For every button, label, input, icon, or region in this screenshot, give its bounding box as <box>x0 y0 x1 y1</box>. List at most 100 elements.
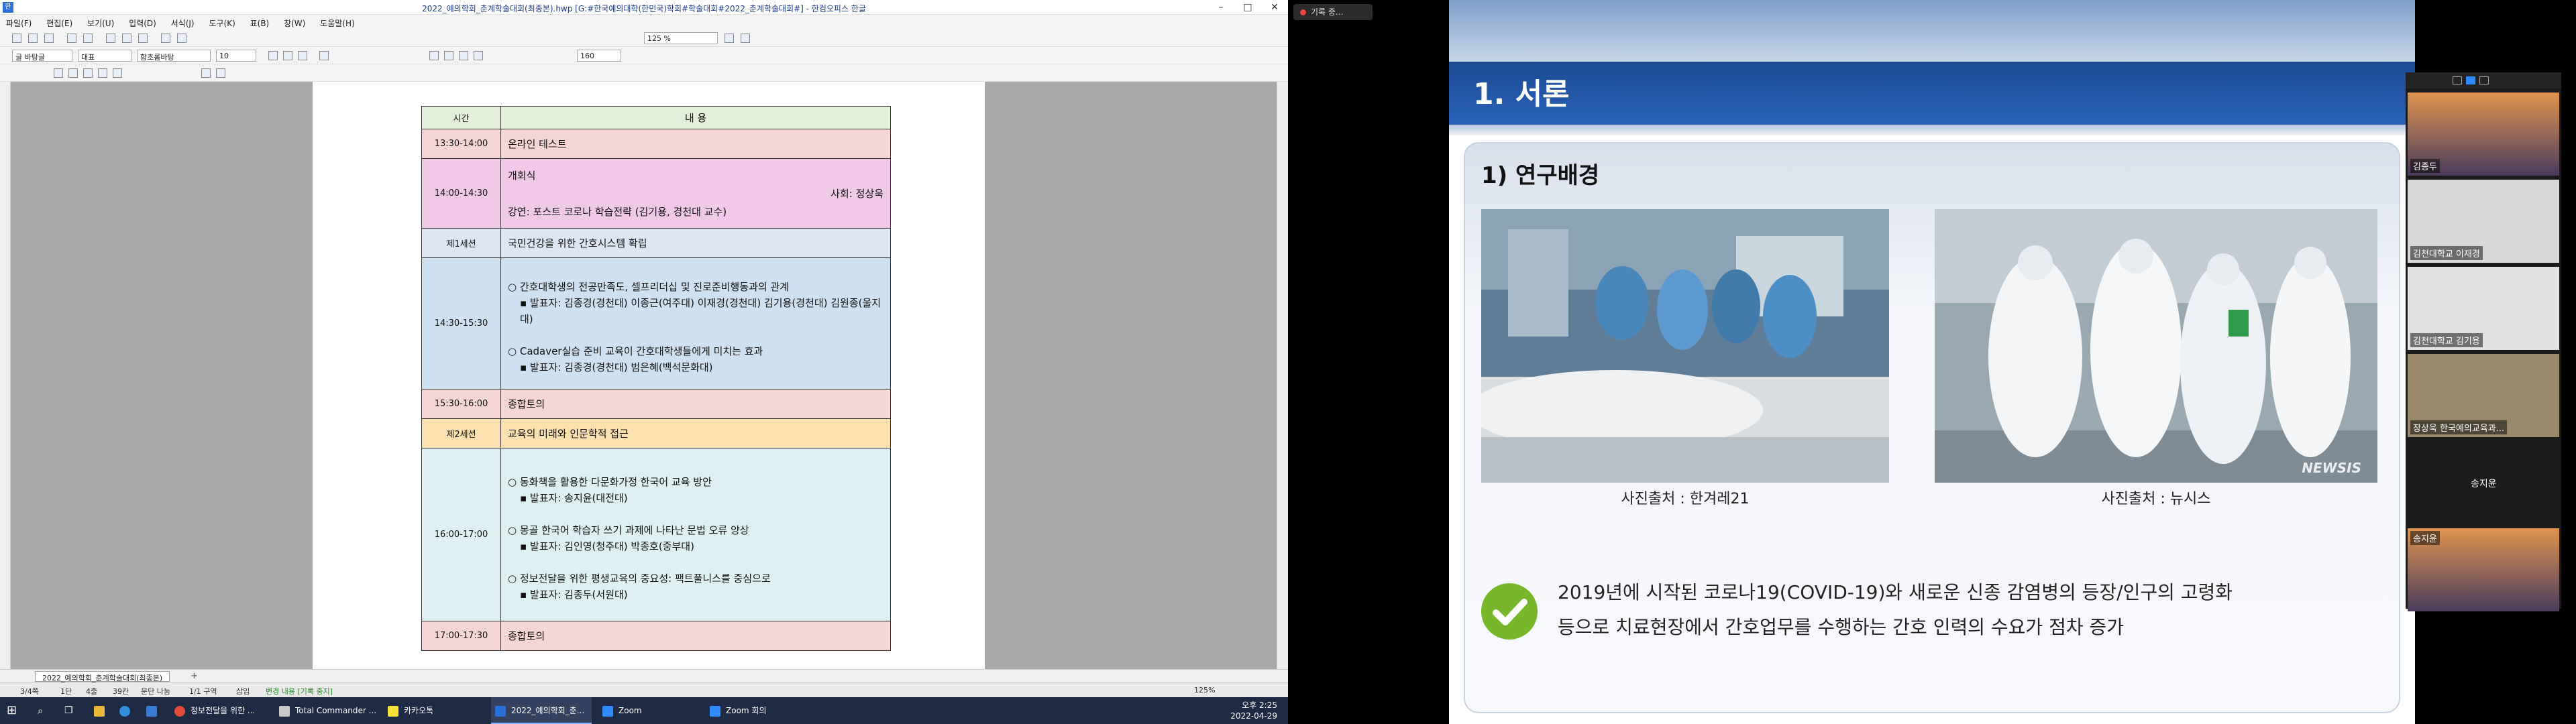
maximize-icon[interactable]: □ <box>1234 0 1261 15</box>
fill-color-icon[interactable] <box>201 68 211 78</box>
row-time: 14:30-15:30 <box>421 257 501 389</box>
rectangle-tool-icon[interactable] <box>68 68 78 78</box>
arc-tool-icon[interactable] <box>98 68 107 78</box>
row-time: 14:00-14:30 <box>421 158 501 229</box>
checkmark-icon <box>1481 583 1538 640</box>
presenter-line: ▪ 발표자: 김인영(청주대) 박종호(중부대) <box>520 540 694 552</box>
line-tool-icon[interactable] <box>54 68 63 78</box>
table-header-row: 시간 내 용 <box>421 106 891 129</box>
taskbar-kakaotalk[interactable]: 카카오톡 <box>385 697 479 724</box>
save-icon[interactable] <box>44 34 54 43</box>
task-view-icon[interactable]: ❐ <box>64 697 73 724</box>
photo-caption-right: 사진출처 : 뉴시스 <box>2101 491 2211 507</box>
row-time: 제2세션 <box>421 418 501 448</box>
zoom-page-icon[interactable] <box>741 34 750 43</box>
participant-tile[interactable]: 김종두 <box>2408 93 2559 176</box>
slide-title-band <box>1449 62 2415 125</box>
zoom-fit-icon[interactable] <box>724 34 734 43</box>
open-file-icon[interactable] <box>28 34 38 43</box>
status-insert-mode[interactable]: 삽입 <box>236 686 250 697</box>
document-page: 시간 내 용 13:30-14:00 온라인 테스트 14:00-14:30 개… <box>313 82 985 669</box>
table-row: 제2세션 교육의 미래와 인문학적 접근 <box>421 418 891 448</box>
participant-name: 김천대학교 김기용 <box>2410 333 2483 347</box>
view-toggle-icon[interactable] <box>2453 76 2462 84</box>
minimize-icon[interactable]: – <box>1208 0 1234 15</box>
add-tab-icon[interactable]: + <box>191 671 198 681</box>
align-justify-icon[interactable] <box>429 51 439 60</box>
line-spacing-select[interactable]: 160 <box>577 50 621 62</box>
polygon-tool-icon[interactable] <box>113 68 122 78</box>
preview-icon[interactable] <box>83 34 93 43</box>
taskbar-clock[interactable]: 오후 2:25 2022-04-29 <box>1230 700 1277 721</box>
status-zoom[interactable]: 125% <box>1194 686 1215 695</box>
font-category-select[interactable]: 대표 <box>78 50 131 62</box>
participant-tile[interactable]: 김천대학교 김기용 <box>2408 267 2559 350</box>
participant-tile[interactable]: 김천대학교 이재경 <box>2408 180 2559 263</box>
store-icon[interactable] <box>146 697 162 724</box>
participant-name: 김천대학교 이재경 <box>2410 246 2483 260</box>
taskbar-total-commander[interactable]: Total Commander ... <box>276 697 377 724</box>
bold-icon[interactable] <box>268 51 278 60</box>
taskbar-label: 정보전달을 위한 ... <box>191 706 256 715</box>
undo-icon[interactable] <box>161 34 170 43</box>
speaker-view-icon[interactable] <box>2466 76 2475 84</box>
status-track-changes[interactable]: 변경 내용 [기록 중지] <box>266 686 333 697</box>
taskbar-label: Zoom 회의 <box>726 706 767 715</box>
presenter-line: ▪ 발표자: 송지윤(대전대) <box>520 491 628 504</box>
print-icon[interactable] <box>67 34 76 43</box>
taskbar-label: Zoom <box>619 706 642 715</box>
cut-icon[interactable] <box>106 34 115 43</box>
row-content: 종합토의 <box>500 621 891 651</box>
header-content: 내 용 <box>500 106 891 129</box>
close-icon[interactable]: ✕ <box>1261 0 1288 15</box>
taskbar-zoom-meeting[interactable]: Zoom 회의 <box>707 697 808 724</box>
taskbar-chrome[interactable]: 정보전달을 위한 ... <box>172 697 262 724</box>
participant-tile[interactable]: 송지윤 <box>2408 441 2559 524</box>
edge-icon[interactable] <box>119 697 136 724</box>
presentation-item: ○ 몽골 한국어 학습자 쓰기 과제에 나타난 문법 오류 양상 ▪ 발표자: … <box>508 522 883 554</box>
taskbar-label: Total Commander ... <box>295 706 377 715</box>
gallery-view-icon[interactable] <box>2479 76 2489 84</box>
file-explorer-icon[interactable] <box>94 697 110 724</box>
recording-indicator[interactable]: 기록 중... <box>1293 4 1373 20</box>
taskbar-zoom[interactable]: Zoom <box>600 697 700 724</box>
underline-icon[interactable] <box>298 51 307 60</box>
new-file-icon[interactable] <box>12 34 21 43</box>
ellipse-tool-icon[interactable] <box>83 68 93 78</box>
font-color-icon[interactable] <box>319 51 329 60</box>
line-color-icon[interactable] <box>216 68 225 78</box>
participant-name: 김종두 <box>2410 159 2440 173</box>
presentation-item: ○ 동화책을 활용한 다문화가정 한국어 교육 방안 ▪ 발표자: 송지윤(대전… <box>508 474 883 506</box>
participant-name: 장상욱 한국예의교육과... <box>2410 420 2508 434</box>
align-left-icon[interactable] <box>444 51 453 60</box>
toolbar-standard: 125 % <box>0 29 1288 47</box>
style-select[interactable]: 글 바탕글 <box>12 50 72 62</box>
status-section: 1/1 구역 <box>189 687 217 696</box>
font-select[interactable]: 함초롬바탕 <box>137 50 211 62</box>
taskbar-hwp[interactable]: 2022_예의학회_춘... <box>491 697 592 724</box>
align-center-icon[interactable] <box>474 51 483 60</box>
row-content: 온라인 테스트 <box>500 129 891 159</box>
presentation-item: ○ Cadaver실습 준비 교육이 간호대학생들에게 미치는 효과 ▪ 발표자… <box>508 343 883 375</box>
clock-date: 2022-04-29 <box>1230 711 1277 721</box>
presentation-item: ○ 간호대학생의 전공만족도, 셀프리더십 및 진로준비행동과의 관계 ▪ 발표… <box>508 279 883 327</box>
slide-section-title: 1) 연구배경 <box>1481 162 1600 189</box>
redo-icon[interactable] <box>177 34 186 43</box>
italic-icon[interactable] <box>283 51 292 60</box>
paste-icon[interactable] <box>138 34 148 43</box>
align-right-icon[interactable] <box>459 51 468 60</box>
status-line: 4줄 <box>86 687 98 696</box>
slide-title: 1. 서론 <box>1473 77 1570 111</box>
window-title: 2022_예의학회_춘계학술대회(최종본).hwp [G:#한국예의대학(한민국… <box>422 4 866 13</box>
table-row: 16:00-17:00 ○ 동화책을 활용한 다문화가정 한국어 교육 방안 ▪… <box>421 448 891 621</box>
search-icon[interactable]: ⌕ <box>38 697 43 724</box>
taskbar-label: 카카오톡 <box>404 706 434 715</box>
font-size-select[interactable]: 10 <box>216 50 256 62</box>
participant-tile[interactable]: 송지윤 <box>2408 528 2559 611</box>
windows-start-icon[interactable]: ⊞ <box>7 697 17 724</box>
copy-icon[interactable] <box>122 34 131 43</box>
document-tab[interactable]: 2022_예의학회_춘계학술대회(최종본) <box>35 671 170 682</box>
vertical-scrollbar[interactable] <box>1277 82 1288 669</box>
zoom-select[interactable]: 125 % <box>644 32 718 44</box>
participant-tile[interactable]: 장상욱 한국예의교육과... <box>2408 354 2559 437</box>
